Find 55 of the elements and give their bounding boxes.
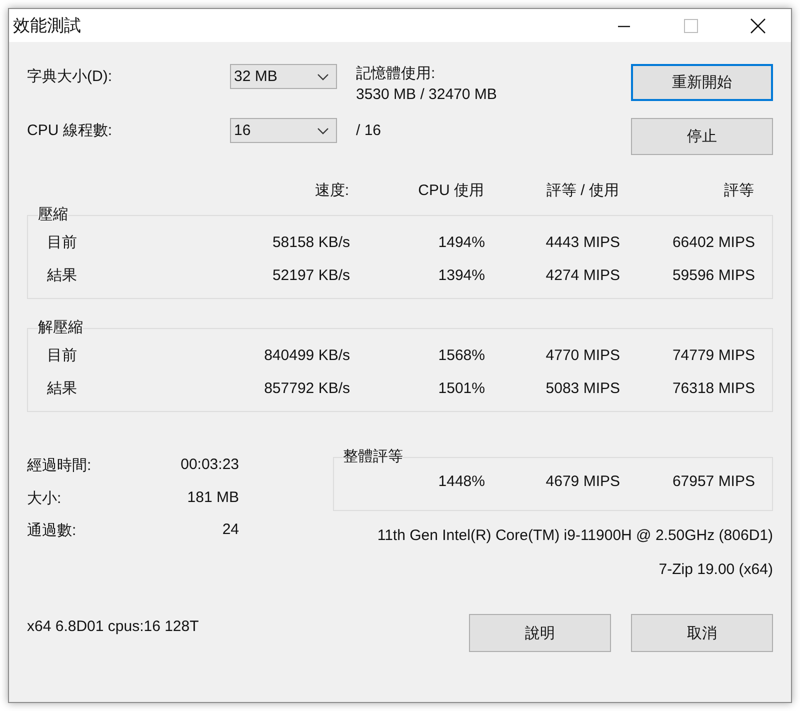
action-button[interactable]: 停止 [631,118,773,155]
table-cell-text: 67957 MIPS [671,472,755,490]
table-cell-text: 1501% [437,380,485,397]
group-title: 整體評等 [343,448,403,466]
row-label: 目前 [46,346,78,365]
table-cell-text: 5083 MIPS [544,380,620,397]
stat-value: 00:03:23 [180,456,239,473]
dropdown[interactable]: 16 [230,118,337,143]
group-title: 解壓縮 [38,319,83,337]
setting-label: CPU 線程數: [27,121,114,141]
thread-total: / 16 [355,121,382,141]
version-text: 7-Zip 19.00 (x64) [658,561,773,578]
table-cell-text: 74779 MIPS [671,347,755,364]
dropdown[interactable]: 32 MB [230,64,337,89]
table-cell-text: 59596 MIPS [671,267,755,284]
table-cell-text: 66402 MIPS [671,234,755,251]
table-cell-text: 58158 KB/s [271,234,350,251]
window-title: 效能測試 [12,15,81,37]
memory-label: 記憶體使用: [356,64,436,83]
column-header: 速度: [314,181,349,201]
stat-label: 經過時間: [27,456,92,475]
action-button[interactable]: 重新開始 [631,64,773,101]
cpu-info: 11th Gen Intel(R) Core(TM) i9-11900H @ 2.50GHz (806D1) [377,527,773,544]
table-cell-text: 4443 MIPS [544,234,620,251]
table-cell-text: 52197 KB/s [271,267,350,284]
dialog-button[interactable]: 說明 [469,614,611,652]
column-header: 評等 / 使用 [545,181,619,201]
dialog-button[interactable]: 取消 [631,614,773,652]
row-label: 結果 [46,266,78,285]
stat-label: 通過數: [27,521,76,540]
stat-label: 大小: [27,488,62,508]
column-header: CPU 使用 [417,181,484,201]
chevron-down-icon [317,72,329,80]
table-cell-text: 4770 MIPS [544,347,620,364]
close-icon [750,18,766,34]
chevron-down-icon [317,126,329,134]
setting-label: 字典大小(D): [27,67,113,87]
stat-value: 24 [222,521,239,538]
memory-value: 3530 MB / 32470 MB [356,86,498,103]
column-header: 評等 [723,181,754,201]
group-title: 壓縮 [38,206,68,224]
table-cell-text: 857792 KB/s [263,380,350,397]
table-cell-text: 76318 MIPS [671,380,755,397]
maximize-icon [684,18,698,32]
table-cell-text: 840499 KB/s [263,347,350,364]
stat-value: 181 MB [187,488,239,506]
table-cell-text: 4679 MIPS [544,472,620,490]
build-info: x64 6.8D01 cpus:16 128T [27,618,199,635]
row-label: 目前 [46,233,78,252]
table-cell-text: 1494% [437,234,485,251]
table-cell-text: 1448% [437,472,485,490]
table-cell-text: 1568% [437,347,485,364]
row-label: 結果 [46,379,78,398]
table-cell-text: 1394% [437,267,485,284]
table-cell-text: 4274 MIPS [544,267,620,284]
